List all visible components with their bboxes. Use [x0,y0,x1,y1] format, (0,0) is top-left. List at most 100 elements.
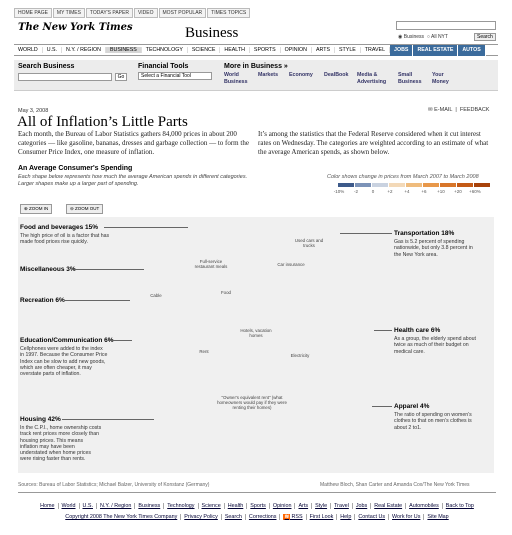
link-small-business[interactable]: Small Business [398,72,426,86]
item-rent[interactable]: Rent [190,349,218,354]
link-markets[interactable]: Markets [258,72,278,79]
cat-health-heading: Health care 6% [394,327,441,334]
site-search-input[interactable] [396,21,496,30]
nav-style[interactable]: STYLE [335,47,361,53]
nav-sports[interactable]: SPORTS [250,47,281,53]
leader-line [108,340,132,341]
zoom-out-button[interactable]: ⊖ ZOOM OUT [66,204,104,214]
footer-corrections[interactable]: Corrections [246,514,281,520]
nav-arts[interactable]: ARTS [312,47,336,53]
item-electricity[interactable]: Electricity [284,353,316,358]
email-icon[interactable]: ✉ [428,107,433,113]
footer-rss[interactable]: ≋ RSS [280,514,307,520]
footer-sports[interactable]: Sports [247,503,270,509]
footer-world[interactable]: World [59,503,80,509]
footer-home[interactable]: Home [37,503,59,509]
nav-ny-region[interactable]: N.Y. / REGION [62,47,106,53]
legend-tick-label: -10% [333,189,345,194]
nav-autos[interactable]: AUTOS [458,44,486,56]
link-your-money[interactable]: Your Money [432,72,456,86]
graphic-heading: An Average Consumer's Spending [18,165,133,172]
nav-business[interactable]: BUSINESS [105,47,142,53]
footer-search[interactable]: Search [222,514,246,520]
radio-selected-icon[interactable]: ◉ [398,34,402,40]
footer-business[interactable]: Business [135,503,165,509]
footer-jobs[interactable]: Jobs [353,503,372,509]
footer-work-for-us[interactable]: Work for Us [389,514,425,520]
link-world-business[interactable]: World Business [224,72,256,86]
link-media-advertising[interactable]: Media & Advertising [357,72,391,86]
email-link[interactable]: E-MAIL [434,107,452,113]
nav-jobs[interactable]: JOBS [390,44,414,56]
footer-technology[interactable]: Technology [164,503,199,509]
item-food[interactable]: Food [212,290,240,295]
magnifier-minus-icon: ⊖ [70,206,74,211]
site-search-button[interactable]: Search [474,33,496,41]
nav-technology[interactable]: TECHNOLOGY [142,47,188,53]
financial-tool-select[interactable]: Select a Financial Tool [138,72,212,80]
radio-unselected-icon[interactable]: ○ [427,34,430,40]
legend-tick-label: +60% [469,189,481,194]
business-search-input[interactable] [18,73,112,81]
item-full-service-meals[interactable]: Full-service restaurant meals [192,259,230,269]
intro-right: It’s among the statistics that the Feder… [258,130,489,156]
footer-real-estate[interactable]: Real Estate [371,503,407,509]
cat-misc-heading: Miscellaneous 3% [20,266,76,273]
nav-science[interactable]: SCIENCE [188,47,221,53]
cat-transportation-heading: Transportation 18% [394,230,455,237]
leader-line [104,227,188,228]
nyt-logo[interactable]: The New York Times [18,22,133,33]
go-button[interactable]: Go [115,73,127,81]
nav-world[interactable]: WORLD [14,47,43,53]
cat-apparel-heading: Apparel 4% [394,403,430,410]
footer-contact[interactable]: Contact Us [355,514,390,520]
graphic-subtitle: Each shape below represents how much the… [18,174,247,188]
footer-opinion[interactable]: Opinion [270,503,296,509]
link-dealbook[interactable]: DealBook [324,72,348,79]
topnav-todays-paper[interactable]: TODAY'S PAPER [85,8,133,18]
footer-travel[interactable]: Travel [331,503,353,509]
item-hotels[interactable]: Hotels, vacation homes [240,328,272,338]
footer-arts[interactable]: Arts [295,503,313,509]
topnav-most-popular[interactable]: MOST POPULAR [158,8,207,18]
footer-privacy[interactable]: Privacy Policy [181,514,222,520]
search-business-label: Search Business [18,63,75,70]
footer-help[interactable]: Help [337,514,356,520]
leader-line [372,406,392,407]
feedback-link[interactable]: FEEDBACK [460,107,490,113]
headline: All of Inflation’s Little Parts [17,114,188,130]
nav-opinion[interactable]: OPINION [281,47,312,53]
footer-site-map[interactable]: Site Map [424,514,451,520]
footer-copyright[interactable]: Copyright 2008 The New York Times Compan… [62,514,182,520]
footer-first-look[interactable]: First Look [307,514,338,520]
footer-ny-region[interactable]: N.Y. / Region [97,503,136,509]
legend-tick-label: +2 [387,189,393,194]
cat-apparel-desc: The ratio of spending on women’s clothes… [394,412,472,431]
topnav-video[interactable]: VIDEO [133,8,158,18]
item-cable[interactable]: Cable [144,293,168,298]
nav-real-estate[interactable]: REAL ESTATE [413,44,459,56]
cat-food-heading: Food and beverages 15% [20,224,99,231]
footer-links: Home World U.S. N.Y. / Region Business T… [18,503,496,509]
item-owners-equivalent-rent[interactable]: "Owner's equivalent rent" (what homeowne… [216,395,288,410]
footer-style[interactable]: Style [312,503,332,509]
topnav-home[interactable]: HOME PAGE [14,8,52,18]
graphic-subtitle-line1: Each shape below represents how much the… [18,174,248,180]
footer-back-to-top[interactable]: Back to Top [443,503,477,509]
search-scope[interactable]: ◉ Business ○ All NYT [398,34,448,40]
nav-us[interactable]: U.S. [43,47,63,53]
topnav-times-topics[interactable]: TIMES TOPICS [207,8,251,18]
topnav-mytimes[interactable]: MY TIMES [52,8,85,18]
financial-tools-label: Financial Tools [138,63,189,70]
footer-health[interactable]: Health [225,503,248,509]
item-used-cars[interactable]: Used cars and trucks [292,238,326,248]
nav-travel[interactable]: TRAVEL [361,47,391,53]
zoom-in-button[interactable]: ⊕ ZOOM IN [20,204,53,214]
item-car-insurance[interactable]: Car insurance [276,262,306,267]
footer-us[interactable]: U.S. [80,503,97,509]
footer-science[interactable]: Science [199,503,225,509]
more-in-business-label[interactable]: More in Business » [224,63,288,70]
footer-automobiles[interactable]: Automobiles [406,503,443,509]
link-economy[interactable]: Economy [289,72,313,79]
nav-health[interactable]: HEALTH [220,47,250,53]
